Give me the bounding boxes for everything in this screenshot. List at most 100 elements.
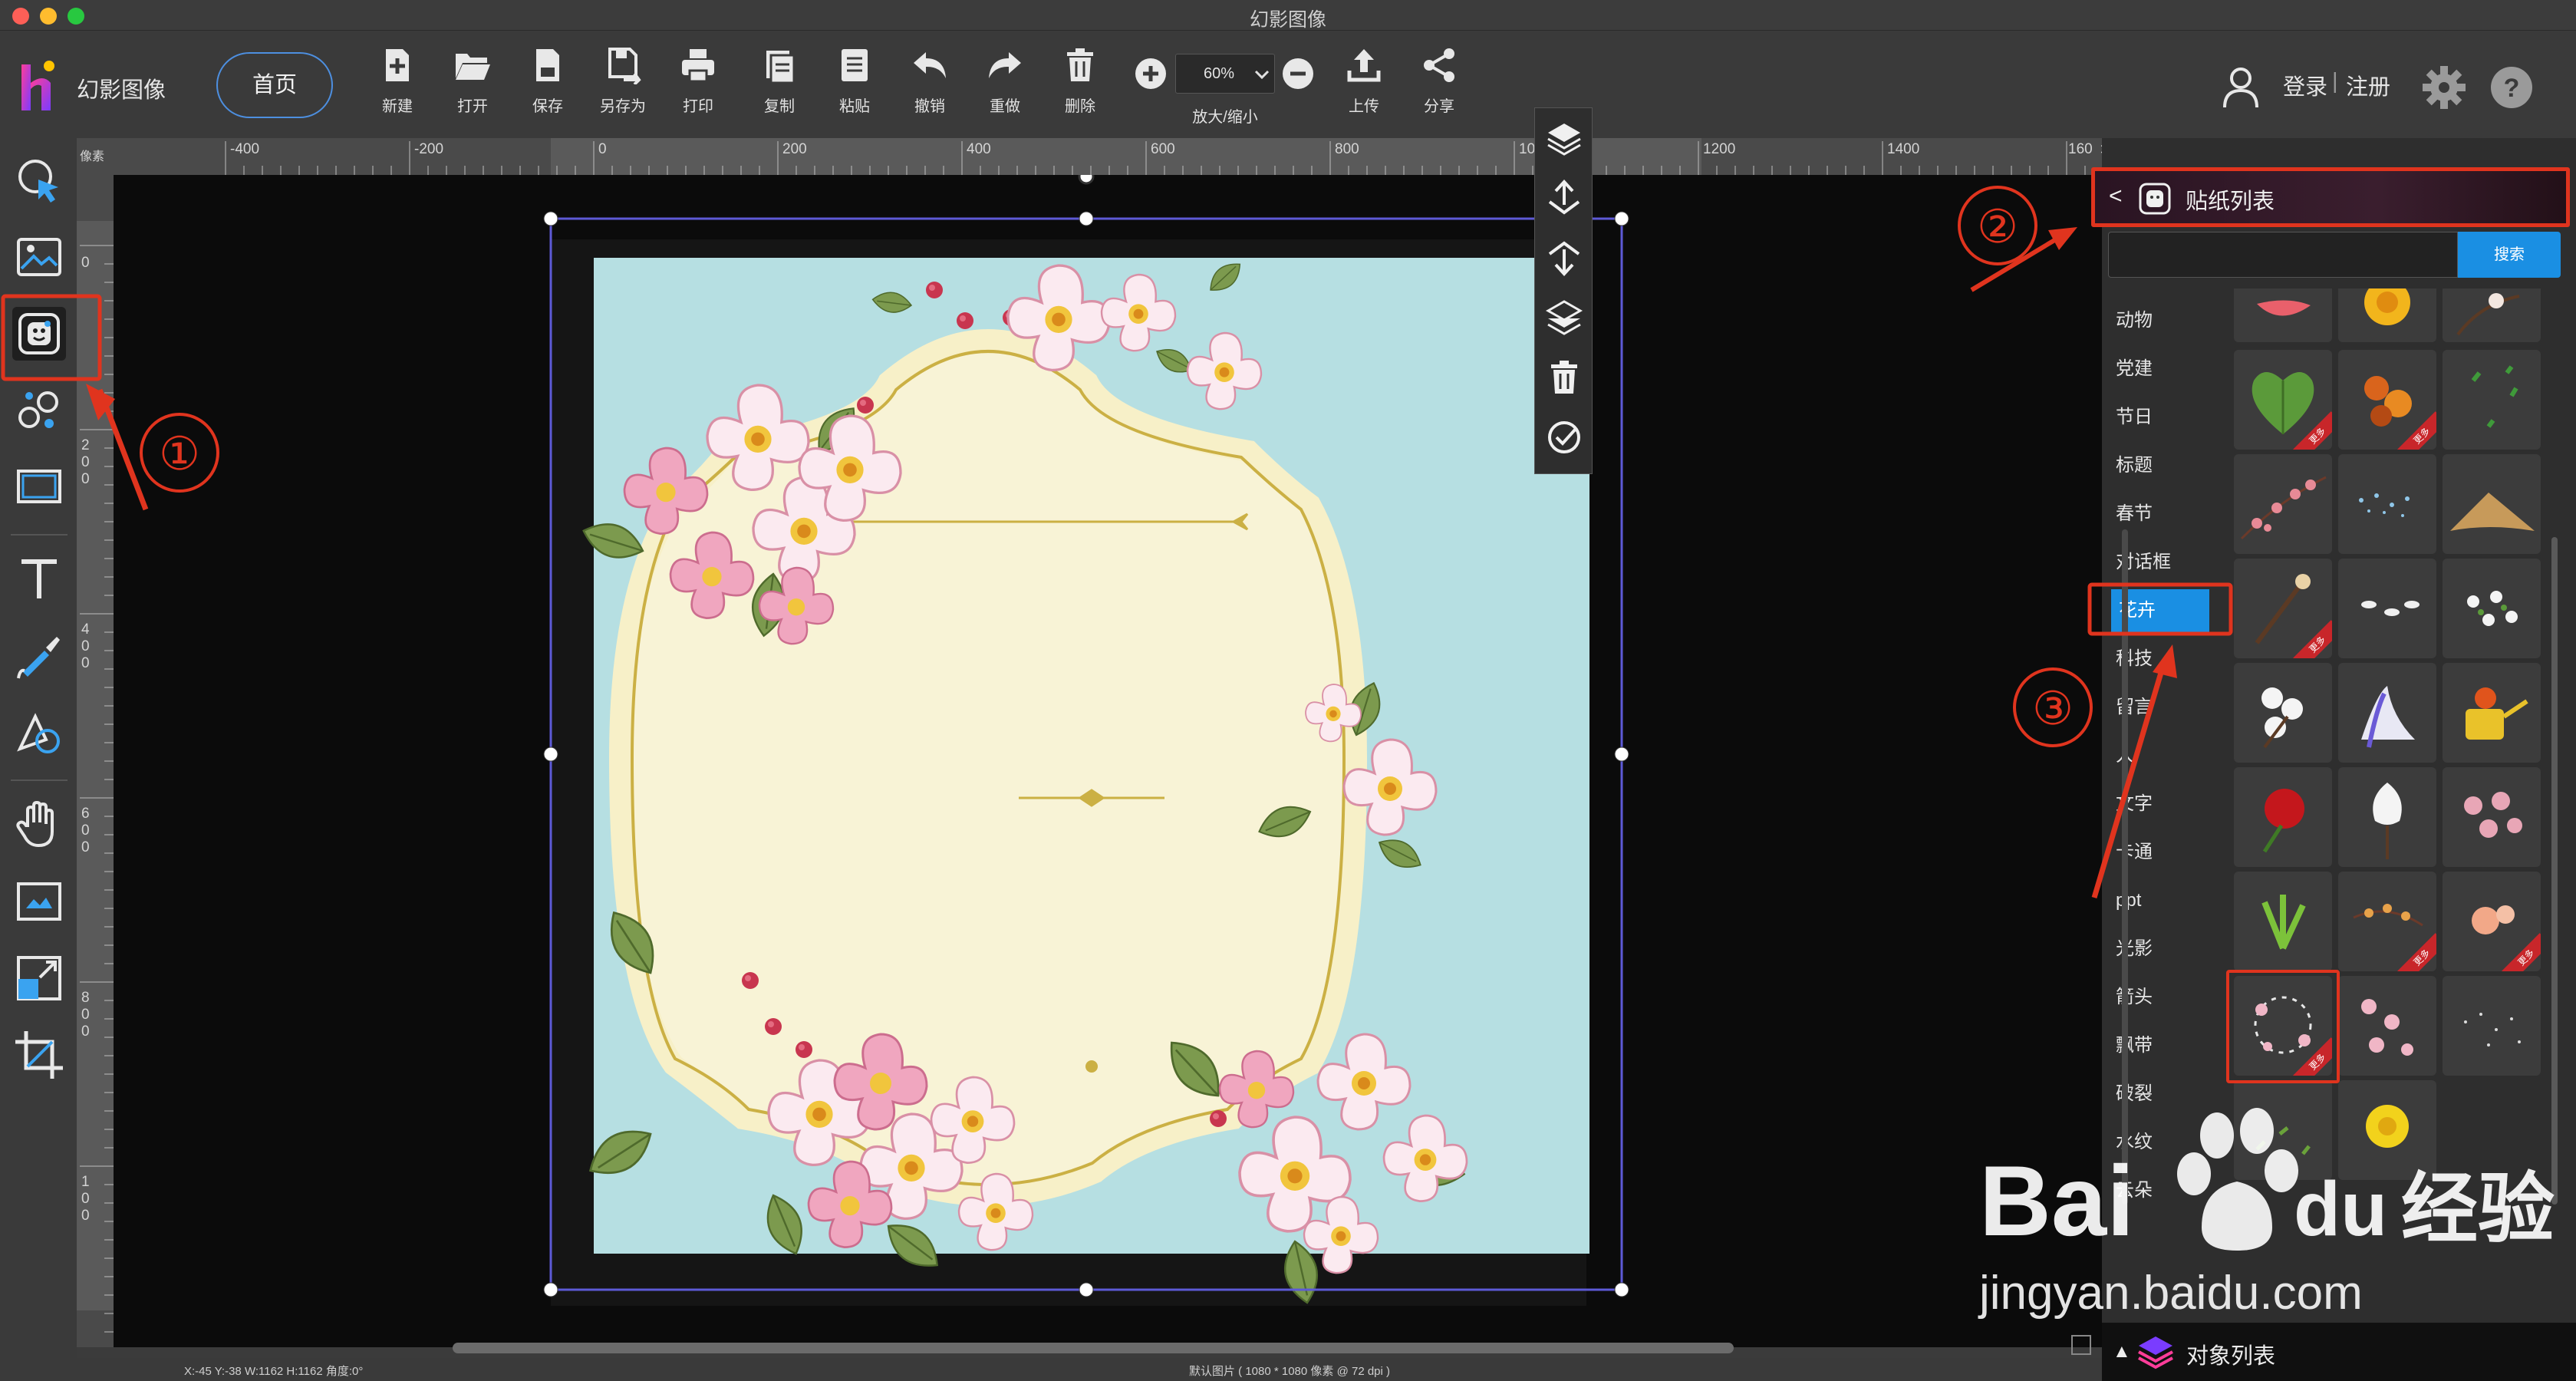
- petal-sticker-icon: [2257, 300, 2311, 316]
- category-scrollbar[interactable]: [2122, 529, 2128, 1205]
- sticker-tile[interactable]: [2338, 288, 2436, 342]
- sticker-tile[interactable]: 更多: [2443, 872, 2541, 971]
- delete-object-button[interactable]: [1545, 358, 1583, 397]
- layers-bottom-icon: [1545, 300, 1583, 335]
- frame-tool[interactable]: [12, 460, 66, 514]
- back-button[interactable]: <: [2109, 183, 2123, 209]
- fit-checkbox[interactable]: [2071, 1335, 2091, 1355]
- sticker-tile[interactable]: [2443, 559, 2541, 658]
- shape-draw-tool[interactable]: [12, 706, 66, 760]
- save-button-label: 保存: [532, 98, 563, 115]
- text-tool[interactable]: [12, 552, 66, 606]
- sticker-tile[interactable]: [2443, 767, 2541, 867]
- sticker-panel-title: 贴纸列表: [2186, 190, 2275, 214]
- sticker-search-button[interactable]: 搜索: [2458, 232, 2561, 278]
- shapes-tool[interactable]: [12, 384, 66, 437]
- select-tool[interactable]: [12, 153, 66, 207]
- object-list-bar[interactable]: ▲ 对象列表: [2102, 1323, 2576, 1381]
- delete-button[interactable]: 删除: [1049, 46, 1111, 130]
- sticker-tile[interactable]: [2338, 454, 2436, 554]
- redo-icon: [989, 52, 1021, 78]
- move-up-button[interactable]: [1545, 179, 1583, 217]
- category-item[interactable]: 节日: [2108, 396, 2223, 439]
- category-item[interactable]: 标题: [2108, 444, 2223, 487]
- send-to-back-button[interactable]: [1545, 298, 1583, 337]
- sticker-tile[interactable]: [2443, 454, 2541, 554]
- print-button-label: 打印: [683, 98, 713, 115]
- ruler-label: 1400: [1887, 141, 1920, 157]
- sticker-tile[interactable]: [2443, 288, 2541, 342]
- redo-button[interactable]: 重做: [974, 46, 1036, 130]
- hand-tool[interactable]: [12, 798, 66, 852]
- expand-arrow-icon[interactable]: ▲: [2113, 1341, 2131, 1363]
- ruler-label: -400: [230, 141, 260, 157]
- save-button[interactable]: 保存: [517, 46, 578, 130]
- sticker-tile[interactable]: [2234, 288, 2332, 342]
- upload-icon: [1347, 49, 1381, 82]
- sticker-tile[interactable]: 更多: [2234, 350, 2332, 450]
- redo-button-label: 重做: [990, 98, 1020, 115]
- fit-canvas-tool[interactable]: [12, 875, 66, 928]
- chevron-down-icon[interactable]: [1253, 66, 1270, 83]
- move-down-button[interactable]: [1545, 239, 1583, 277]
- upload-button[interactable]: 上传: [1333, 46, 1395, 130]
- watermark-logo-text: Bai: [1979, 1145, 2134, 1257]
- save-as-button[interactable]: 另存为: [592, 46, 654, 130]
- home-button[interactable]: 首页: [216, 52, 333, 118]
- svg-text:?: ?: [2504, 74, 2520, 103]
- sticker-tile[interactable]: [2234, 767, 2332, 867]
- ruler-label: 10: [1519, 141, 1536, 157]
- resize-tool[interactable]: [12, 951, 66, 1005]
- sticker-tile[interactable]: [2338, 559, 2436, 658]
- sticker-tile[interactable]: [2234, 454, 2332, 554]
- register-link[interactable]: 注册: [2346, 69, 2390, 101]
- sticker-tile[interactable]: [2443, 976, 2541, 1076]
- canvas-horizontal-scrollbar[interactable]: [453, 1343, 1734, 1353]
- sticker-tile[interactable]: [2443, 350, 2541, 450]
- sticker-tile[interactable]: [2234, 872, 2332, 971]
- zoom-out-icon[interactable]: [1280, 55, 1316, 92]
- copy-button[interactable]: 复制: [749, 46, 810, 130]
- sticker-tile[interactable]: [2443, 663, 2541, 763]
- share-button[interactable]: 分享: [1408, 46, 1470, 130]
- pink-blossoms-sticker-icon: [2464, 792, 2522, 838]
- sticker-tile[interactable]: [2338, 976, 2436, 1076]
- category-item[interactable]: 党建: [2108, 348, 2223, 391]
- sticker-search-input[interactable]: [2108, 232, 2458, 278]
- undo-button[interactable]: 撤销: [899, 46, 960, 130]
- paste-button[interactable]: 粘贴: [824, 46, 885, 130]
- sticker-icon: [18, 313, 60, 354]
- image-tool[interactable]: [12, 230, 66, 284]
- crop-tool[interactable]: [12, 1028, 66, 1082]
- help-icon[interactable]: ?: [2489, 64, 2535, 110]
- ruler-label: -200: [414, 141, 444, 157]
- sticker-tile[interactable]: 更多: [2234, 559, 2332, 658]
- zoom-in-icon[interactable]: [1132, 55, 1169, 92]
- user-icon[interactable]: [2222, 66, 2260, 109]
- open-button[interactable]: 打开: [442, 46, 503, 130]
- ruler-label: 0: [81, 255, 90, 271]
- gear-icon[interactable]: [2421, 64, 2467, 110]
- sticker-tile[interactable]: [2234, 663, 2332, 763]
- login-link[interactable]: 登录: [2283, 69, 2327, 101]
- print-icon: [682, 49, 714, 83]
- wood-sticker-icon: [2450, 493, 2535, 531]
- tool-separator: [11, 534, 68, 536]
- rectangle-frame-icon: [17, 470, 61, 503]
- trash-icon: [1067, 48, 1093, 81]
- sticker-tool[interactable]: [12, 307, 66, 361]
- category-item[interactable]: 动物: [2108, 299, 2223, 342]
- print-button[interactable]: 打印: [667, 46, 729, 130]
- brush-tool[interactable]: [12, 629, 66, 683]
- confirm-button[interactable]: [1545, 418, 1583, 456]
- sticker-tile[interactable]: [2338, 663, 2436, 763]
- sticker-tile[interactable]: 更多: [2338, 872, 2436, 971]
- bring-to-front-button[interactable]: [1545, 119, 1583, 157]
- sticker-tile[interactable]: 更多: [2338, 350, 2436, 450]
- sticker-tile[interactable]: [2338, 767, 2436, 867]
- canvas-area[interactable]: [114, 175, 2102, 1347]
- sticker-grid: 更多 更多 更多 更多 更多 更多: [2225, 288, 2553, 1206]
- vertical-ruler: 0 2 0 0 4 0 0 6 0 0 8 0 0 1 0 0: [77, 175, 114, 1347]
- zoom-control: 60% 放大/缩小: [1129, 46, 1321, 130]
- new-button[interactable]: 新建: [367, 46, 428, 130]
